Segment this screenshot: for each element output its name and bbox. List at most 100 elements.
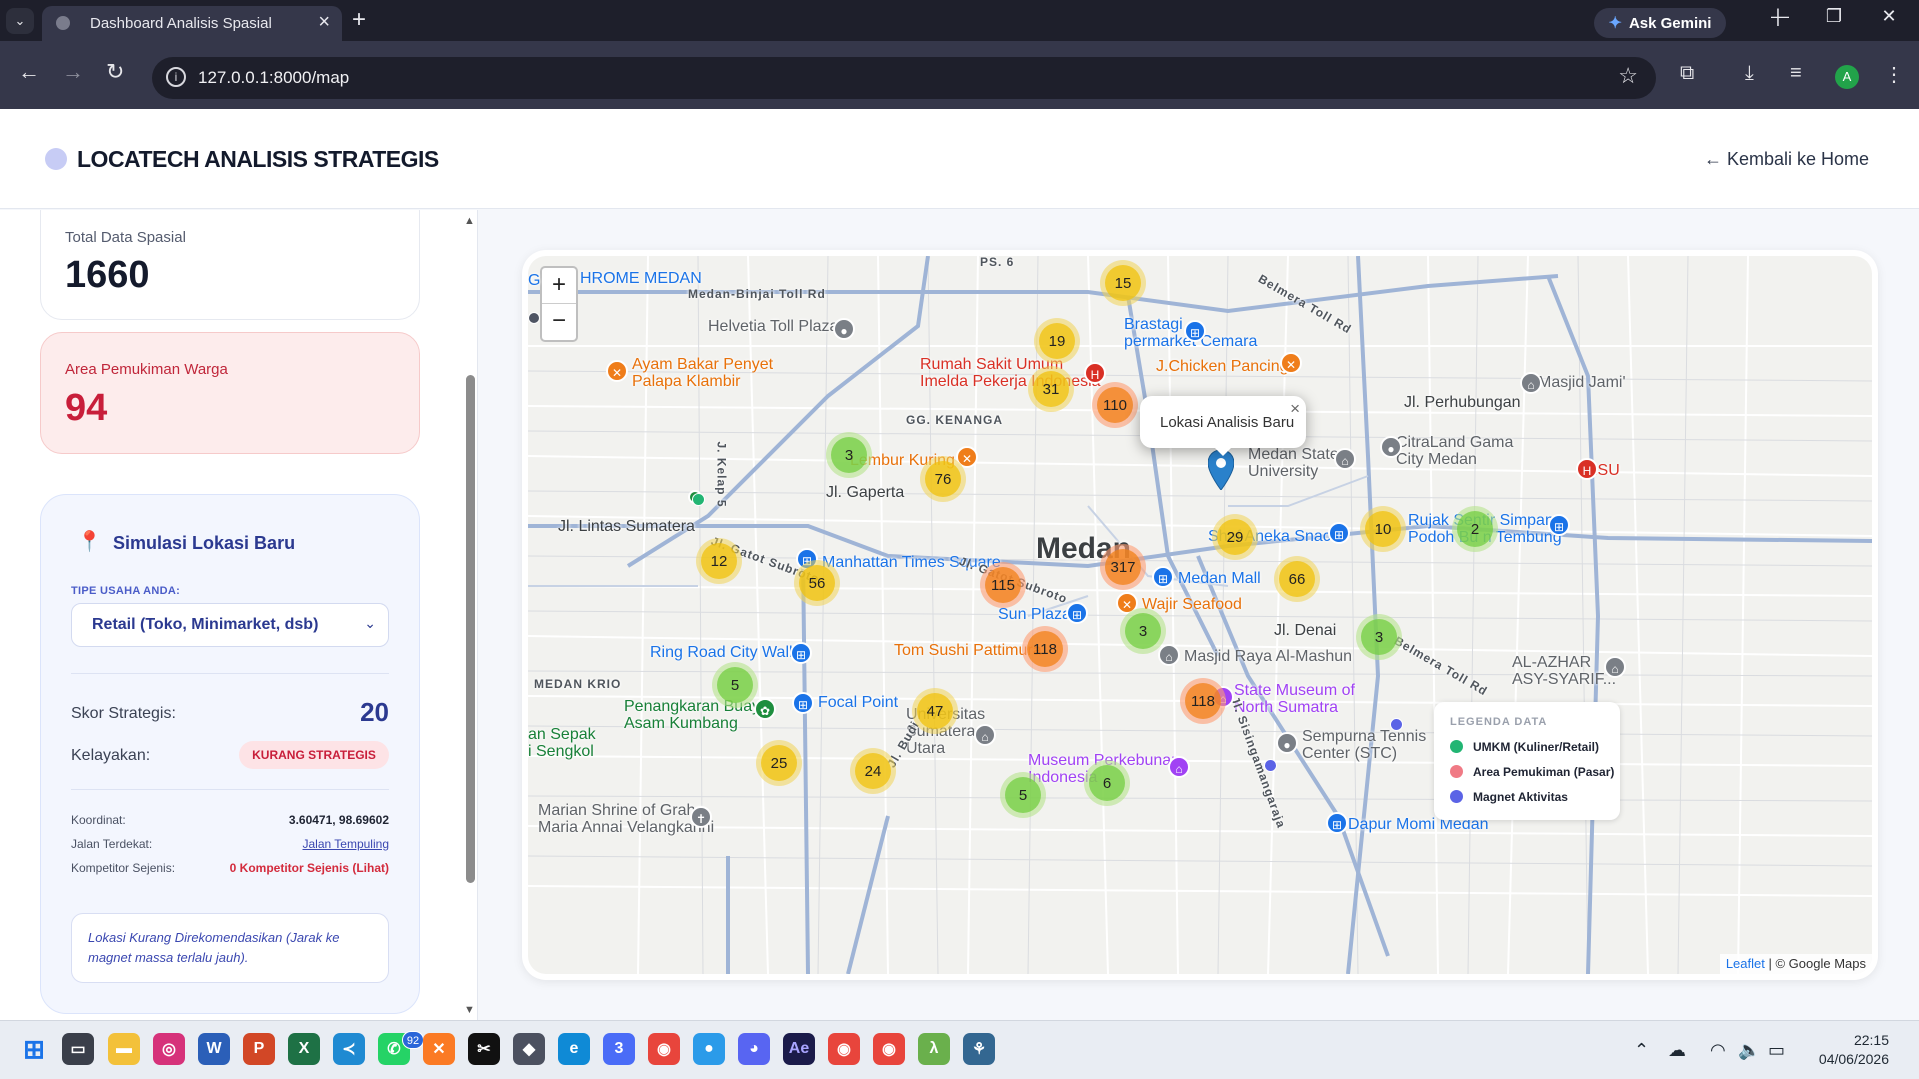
chrome-profile-icon[interactable]: ◉ [828,1033,860,1065]
map-place-label[interactable]: Ring Road City Walks [650,644,805,661]
map-place-label[interactable]: Medan-Binjai Toll Rd [688,286,826,303]
tab-close-icon[interactable]: × [318,11,330,34]
app-icon[interactable]: ● [693,1033,725,1065]
magnet-marker[interactable] [1390,718,1403,731]
back-arrow-icon[interactable]: ← [18,59,40,85]
marker-cluster[interactable]: 12 [696,538,742,584]
map-place-label[interactable]: J. Kelap 5 [713,441,730,507]
new-tab-icon[interactable]: + [352,6,366,34]
battery-icon[interactable]: ▭ [1768,1040,1785,1061]
marker-cluster[interactable]: 317 [1100,544,1146,590]
map-place-label[interactable]: Jl. Gaperta [826,484,904,501]
map-place-label[interactable]: MEDAN KRIO [534,676,621,693]
browser-menu-icon[interactable]: ⋮ [1884,62,1904,87]
chrome-profile-icon[interactable]: ◉ [873,1033,905,1065]
business-type-select[interactable]: Retail (Toko, Minimarket, dsb) ⌄ [71,603,389,647]
back-home-link[interactable]: ← Kembali ke Home [1704,149,1869,170]
close-window-icon[interactable]: ✕ [1869,6,1909,27]
media-control-icon[interactable]: ≡ [1790,62,1802,85]
extensions-icon[interactable]: ⧉ [1680,62,1694,85]
marker-cluster[interactable]: 29 [1212,514,1258,560]
bookmark-star-icon[interactable]: ☆ [1618,63,1638,89]
postgres-icon[interactable]: ⚘ [963,1033,995,1065]
capcut-icon[interactable]: ✂ [468,1033,500,1065]
map-place-label[interactable]: Helvetia Toll Plaza [708,318,838,335]
xampp-icon[interactable]: ✕ [423,1033,455,1065]
map-place-label[interactable]: Jl. Denai [1274,622,1336,639]
wifi-icon[interactable]: ◠ [1710,1040,1726,1061]
map-place-label[interactable]: Focal Point [818,694,898,711]
after-effects-icon[interactable]: Ae [783,1033,815,1065]
map[interactable]: + − HROME MEDAN Medan-Binjai Toll Rd Helve… [528,256,1872,974]
marker-cluster[interactable]: 10 [1360,506,1406,552]
word-icon[interactable]: W [198,1033,230,1065]
marker-cluster[interactable]: 15 [1100,260,1146,306]
competitor-link[interactable]: 0 Kompetitor Sejenis (Lihat) [230,861,389,875]
scroll-up-arrow-icon[interactable]: ▲ [464,215,475,227]
reload-icon[interactable]: ↻ [106,59,124,85]
map-place-label[interactable]: CitraLand Gama City Medan [1396,434,1513,468]
forward-arrow-icon[interactable]: → [62,59,84,85]
map-place-label[interactable]: J.Chicken Pancing [1156,358,1289,375]
map-place-label[interactable]: HROME MEDAN [580,270,702,287]
tray-overflow-icon[interactable]: ⌃ [1634,1040,1649,1061]
windows-start-icon[interactable]: ⊞ [18,1033,50,1065]
map-place-label[interactable]: PS. 6 [980,256,1014,271]
marker-cluster[interactable]: 76 [920,456,966,502]
marker-cluster[interactable]: 24 [850,748,896,794]
minimize-icon[interactable]: — [1760,6,1800,27]
browser-tab[interactable]: Dashboard Analisis Spasial × [42,6,342,41]
volume-icon[interactable]: 🔈 [1738,1040,1760,1061]
marker-cluster[interactable]: 2 [1452,506,1498,552]
marker-cluster[interactable]: 56 [794,560,840,606]
unity-icon[interactable]: ◆ [513,1033,545,1065]
restore-icon[interactable]: ❐ [1814,6,1854,27]
map-place-label[interactable]: G [528,272,540,289]
profile-avatar[interactable]: A [1835,65,1859,89]
scroll-down-arrow-icon[interactable]: ▼ [464,1004,475,1016]
task-view-icon[interactable]: ▭ [62,1033,94,1065]
marker-cluster[interactable]: 3 [1120,608,1166,654]
marker-cluster[interactable]: 25 [756,740,802,786]
map-place-label[interactable]: Jl. Lintas Sumatera [558,518,695,535]
marker-cluster[interactable]: 5 [1000,772,1046,818]
map-place-label[interactable]: State Museum of North Sumatra [1234,682,1355,716]
map-place-label[interactable]: Masjid Raya Al-Mashun [1184,648,1352,665]
edge-icon[interactable]: e [558,1033,590,1065]
map-place-label[interactable]: GG. KENANGA [906,412,1003,429]
marker-cluster[interactable]: 47 [912,688,958,734]
map-place-label[interactable]: Marian Shrine of Graha Maria Annai Velan… [538,802,714,836]
marker-cluster[interactable]: 118 [1180,678,1226,724]
marker-cluster[interactable]: 3 [1356,614,1402,660]
map-place-label[interactable]: Medan Mall [1178,570,1261,587]
magnet-marker[interactable] [1264,759,1277,772]
zoom-out-button[interactable]: − [542,304,576,340]
popup-close-icon[interactable]: × [1290,399,1300,419]
file-explorer-icon[interactable]: ▬ [108,1033,140,1065]
lambda-app-icon[interactable]: λ [918,1033,950,1065]
discord-icon[interactable]: ◕ [738,1033,770,1065]
instagram-icon[interactable]: ◎ [153,1033,185,1065]
marker-cluster[interactable]: 118 [1022,626,1068,672]
map-place-label[interactable]: Ayam Bakar Penyet Palapa Klambir [632,356,773,390]
umkm-marker[interactable] [692,493,705,506]
map-place-label[interactable]: Sempurna Tennis Center (STC) [1302,728,1426,762]
marker-cluster[interactable]: 3 [826,432,872,478]
marker-cluster[interactable]: 6 [1084,760,1130,806]
chrome-icon[interactable]: ◉ [648,1033,680,1065]
marker-cluster[interactable]: 19 [1034,318,1080,364]
sidebar-scrollbar-thumb[interactable] [466,375,475,883]
css-icon[interactable]: 3 [603,1033,635,1065]
vscode-icon[interactable]: ≺ [333,1033,365,1065]
map-place-label[interactable]: an Sepak i Sengkol [528,726,596,760]
download-icon[interactable]: ⤓ [1745,62,1754,85]
system-clock[interactable]: 22:15 04/06/2026 [1819,1031,1889,1069]
map-place-label[interactable]: Tom Sushi Pattimura [894,642,1042,659]
leaflet-link[interactable]: Leaflet [1726,956,1765,971]
tab-search-icon[interactable]: ⌄ [6,8,34,34]
zoom-in-button[interactable]: + [542,268,576,304]
map-place-label[interactable]: Jl. Perhubungan [1404,394,1521,411]
marker-cluster[interactable]: 110 [1092,382,1138,428]
nearest-road-link[interactable]: Jalan Tempuling [302,837,389,851]
map-place-label[interactable]: Sun Plaza [998,606,1071,623]
